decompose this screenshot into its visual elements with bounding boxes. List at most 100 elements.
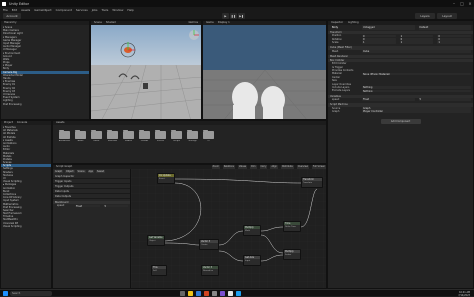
layout-dropdown[interactable]: Layout xyxy=(437,13,457,19)
collider-field-value[interactable]: Nothing xyxy=(362,89,471,93)
folder-icon[interactable] xyxy=(155,129,166,139)
graph-node[interactable]: Vector 3 Normalize xyxy=(201,265,219,276)
menu-jobs[interactable]: Jobs xyxy=(92,8,98,12)
scene-viewport[interactable] xyxy=(91,25,202,120)
mesh-field[interactable]: Cube xyxy=(362,49,471,53)
graph-node[interactable]: Vector 3 Create xyxy=(199,239,219,250)
unity-taskbar-icon[interactable] xyxy=(228,291,233,296)
mesh-renderer-header[interactable]: Mesh Renderer xyxy=(328,54,473,59)
tab-console[interactable]: Console xyxy=(17,121,27,125)
scale-y[interactable]: 1 xyxy=(399,41,434,44)
folder-icon[interactable] xyxy=(75,129,86,139)
folder-icon[interactable] xyxy=(59,129,70,139)
rotation-z[interactable]: 0 xyxy=(437,37,472,41)
var-name[interactable]: speed xyxy=(328,98,360,101)
maximize-icon[interactable]: □ xyxy=(458,0,466,7)
graph-node[interactable]: On Update Event xyxy=(157,173,175,184)
game-view[interactable]: Game Display 1 xyxy=(202,20,327,120)
blackboard-tab[interactable]: Object xyxy=(65,170,75,173)
bb-var-type[interactable]: Float xyxy=(75,204,100,208)
object-name[interactable]: Body xyxy=(328,25,360,30)
menu-edit[interactable]: Edit xyxy=(12,8,17,12)
pause-button[interactable]: ❚❚ xyxy=(230,13,237,19)
bb-var-name[interactable]: speed xyxy=(53,204,73,207)
graph-inspector-section[interactable]: Data Outputs xyxy=(53,194,130,199)
add-component-button[interactable]: Add Component xyxy=(380,119,421,125)
scale-z[interactable]: 1 xyxy=(437,41,472,44)
layer-dropdown[interactable]: Default xyxy=(418,25,471,30)
collider-field-value[interactable]: Nothing xyxy=(362,86,471,90)
folder-label: Editor xyxy=(93,140,100,142)
menu-gameobject[interactable]: GameObject xyxy=(34,8,51,12)
graph-node[interactable]: This Self xyxy=(151,265,167,276)
project-tree: ▾ Favorites All Materials All Models All… xyxy=(1,125,51,228)
graph-node[interactable]: Time Delta Time xyxy=(283,221,301,232)
script-graph-panel: Script Graph Zoom Relations Values Dim Carry A… xyxy=(52,164,327,289)
graph-node-body: Object xyxy=(149,240,156,243)
play-button[interactable]: ▶ xyxy=(222,13,229,19)
folder-icon[interactable] xyxy=(171,129,182,139)
folder-label: Materials xyxy=(107,140,118,142)
var-value[interactable]: 5 xyxy=(418,98,471,102)
taskbar-search[interactable]: Search xyxy=(10,291,52,296)
menu-component[interactable]: Component xyxy=(56,8,72,12)
source-dropdown[interactable]: Graph xyxy=(362,106,471,110)
graph-node[interactable]: Multiply Math xyxy=(243,225,261,236)
bb-var-value[interactable]: 5 xyxy=(103,204,128,208)
graph-node[interactable]: Get Axis Input xyxy=(243,255,261,266)
menu-services[interactable]: Services xyxy=(76,8,88,12)
start-icon[interactable] xyxy=(3,291,8,296)
folder-label: Scripts xyxy=(173,140,180,142)
var-type[interactable]: Float xyxy=(362,98,415,102)
tag-dropdown[interactable]: Untagged xyxy=(362,25,415,30)
position-y[interactable]: 1 xyxy=(399,34,434,38)
blackboard-tab[interactable]: Scene xyxy=(76,170,86,173)
folder-icon[interactable] xyxy=(203,129,214,139)
file-explorer-icon[interactable] xyxy=(188,291,193,296)
position-x[interactable]: 0 xyxy=(362,34,396,38)
menu-file[interactable]: File xyxy=(3,8,8,12)
rotation-x[interactable]: 0 xyxy=(362,37,396,41)
chat-icon[interactable] xyxy=(236,291,241,296)
graph-node[interactable]: Transform Translate xyxy=(301,177,323,188)
project-tree-item[interactable]: Visual Scripting xyxy=(1,225,51,228)
play-icon: ▶ xyxy=(224,14,227,18)
tab-project[interactable]: Project xyxy=(4,121,13,125)
graph-node-body: Input xyxy=(245,260,251,263)
layout-label: Layout xyxy=(442,14,452,18)
graph-node[interactable]: Multiply Scalar xyxy=(283,249,301,260)
taskview-icon[interactable] xyxy=(180,291,185,296)
position-z[interactable]: 0 xyxy=(437,34,472,38)
folder-icon[interactable] xyxy=(139,129,150,139)
project-content: Assets Animations Audio Editor Materials Mod… xyxy=(52,120,327,164)
layers-dropdown[interactable]: Layers xyxy=(415,13,435,19)
folder-icon[interactable] xyxy=(107,129,118,139)
menu-window[interactable]: Window xyxy=(112,8,123,12)
graph-field[interactable]: Player Controller xyxy=(362,110,471,113)
folder-icon[interactable] xyxy=(123,129,134,139)
account-button[interactable]: Account xyxy=(3,13,21,19)
menu-tools[interactable]: Tools xyxy=(101,8,108,12)
visual-studio-icon[interactable] xyxy=(220,291,225,296)
browser-icon[interactable] xyxy=(196,291,201,296)
graph-node[interactable]: Get Variable Object xyxy=(147,235,165,246)
store-icon[interactable] xyxy=(212,291,217,296)
blackboard-tab[interactable]: Graph xyxy=(54,170,64,173)
folder-icon[interactable] xyxy=(91,129,102,139)
graph-nodes: On Update Event Transform Translate Get Vari… xyxy=(131,169,326,288)
hierarchy-list: ▾ Scene Main Camera Directional Light ▾ … xyxy=(1,25,89,106)
blackboard-tab[interactable]: Saved xyxy=(96,170,106,173)
step-button[interactable]: ▶❚ xyxy=(238,13,245,19)
minimize-icon[interactable]: – xyxy=(450,0,458,7)
office-icon[interactable] xyxy=(204,291,209,296)
rotation-y[interactable]: 0 xyxy=(399,37,434,41)
scale-x[interactable]: 1 xyxy=(362,41,396,44)
close-icon[interactable]: × xyxy=(466,0,474,7)
orientation-gizmo[interactable] xyxy=(189,30,199,40)
folder-icon[interactable] xyxy=(187,129,198,139)
menu-assets[interactable]: Assets xyxy=(21,8,30,12)
scene-view[interactable]: Scene Shaded Gizmos xyxy=(90,20,202,120)
menu-help[interactable]: Help xyxy=(127,8,133,12)
blackboard-tab[interactable]: App xyxy=(87,170,95,173)
hierarchy-item[interactable]: Post Processing xyxy=(1,103,89,106)
